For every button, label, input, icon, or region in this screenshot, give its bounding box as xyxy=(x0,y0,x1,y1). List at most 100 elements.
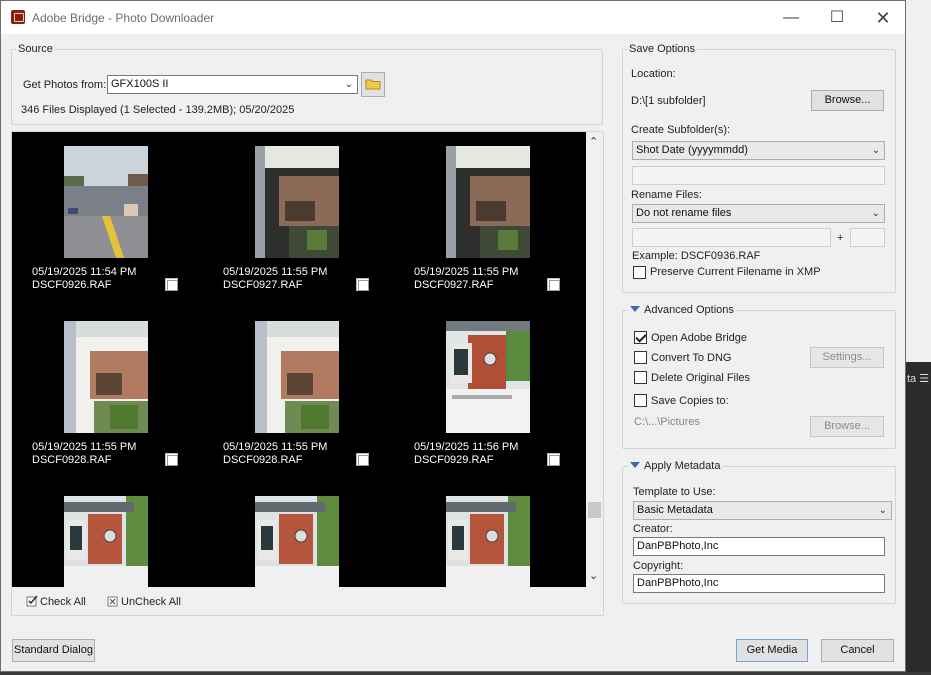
photo-caption: 05/19/2025 11:56 PM DSCF0929.RAF xyxy=(414,441,518,467)
photo-select-checkbox[interactable] xyxy=(165,453,178,466)
location-label: Location: xyxy=(631,68,676,80)
photo-thumbnail[interactable] xyxy=(446,321,530,433)
copyright-label: Copyright: xyxy=(633,560,684,572)
scroll-down-arrow[interactable]: ⌄ xyxy=(589,569,598,582)
standard-dialog-button[interactable]: Standard Dialog xyxy=(12,639,95,662)
photo-select-checkbox[interactable] xyxy=(356,453,369,466)
photo-thumbnail[interactable] xyxy=(64,146,148,258)
get-photos-label: Get Photos from: xyxy=(23,79,107,91)
subfolder-custom-field[interactable] xyxy=(632,166,885,185)
uncheck-all-icon xyxy=(107,596,118,607)
template-label: Template to Use: xyxy=(633,486,716,498)
photo-cell[interactable]: 05/19/2025 11:55 PM DSCF0927.RAF xyxy=(203,132,393,307)
photo-cell[interactable] xyxy=(394,482,584,587)
photo-thumbnail[interactable] xyxy=(446,146,530,258)
delete-originals-checkbox[interactable] xyxy=(634,371,647,384)
convert-dng-checkbox[interactable] xyxy=(634,351,647,364)
photo-date: 05/19/2025 11:55 PM xyxy=(223,266,328,278)
photo-thumbnail[interactable] xyxy=(255,496,339,587)
open-bridge-checkbox[interactable] xyxy=(634,331,647,344)
rename-select[interactable]: Do not rename files ⌄ xyxy=(632,204,885,223)
photo-cell[interactable]: 05/19/2025 11:54 PM DSCF0926.RAF xyxy=(12,132,202,307)
preserve-filename-checkbox[interactable] xyxy=(633,266,646,279)
apply-metadata-label: Apply Metadata xyxy=(644,460,721,472)
scroll-thumb[interactable] xyxy=(588,502,601,518)
rename-text-field[interactable] xyxy=(632,228,831,247)
photo-cell[interactable] xyxy=(12,482,202,587)
photo-thumbnail[interactable] xyxy=(64,496,148,587)
background-fragment: ta ☰ xyxy=(907,373,930,385)
rename-example: Example: DSCF0936.RAF xyxy=(632,250,761,262)
thumbnail-porch-image xyxy=(64,321,148,433)
subfolder-select[interactable]: Shot Date (yyyymmdd) ⌄ xyxy=(632,141,885,160)
template-select-value: Basic Metadata xyxy=(637,504,713,516)
photo-caption: 05/19/2025 11:55 PM DSCF0928.RAF xyxy=(32,441,136,467)
save-copies-label: Save Copies to: xyxy=(651,395,729,407)
location-browse-button[interactable]: Browse... xyxy=(811,90,884,111)
photo-filename: DSCF0928.RAF xyxy=(32,454,112,466)
thumbnail-street-image xyxy=(64,146,148,258)
chevron-down-icon: ⌄ xyxy=(344,79,353,90)
adobe-bridge-icon xyxy=(11,10,25,24)
photo-select-checkbox[interactable] xyxy=(547,453,560,466)
dng-settings-button[interactable]: Settings... xyxy=(810,347,884,368)
maximize-button[interactable]: ☐ xyxy=(814,6,860,30)
template-select[interactable]: Basic Metadata ⌄ xyxy=(633,501,892,520)
creator-field[interactable]: DanPBPhoto,Inc xyxy=(633,537,885,556)
get-media-button[interactable]: Get Media xyxy=(736,639,808,662)
chevron-down-icon: ⌄ xyxy=(871,145,880,156)
preserve-filename-label: Preserve Current Filename in XMP xyxy=(650,266,821,278)
rename-files-label: Rename Files: xyxy=(631,189,702,201)
cancel-button[interactable]: Cancel xyxy=(821,639,894,662)
photo-date: 05/19/2025 11:54 PM xyxy=(32,266,137,278)
copies-browse-button[interactable]: Browse... xyxy=(810,416,884,437)
thumbnail-porch-image xyxy=(446,146,530,258)
photo-filename: DSCF0929.RAF xyxy=(414,454,494,466)
uncheck-all-link[interactable]: UnCheck All xyxy=(107,595,181,608)
collapse-triangle-icon xyxy=(630,306,640,312)
photo-grid-scrollbar[interactable]: ⌃ ⌄ xyxy=(586,132,603,587)
save-copies-path: C:\...\Pictures xyxy=(634,416,701,428)
device-select[interactable]: GFX100S II ⌄ xyxy=(107,75,358,94)
photo-cell[interactable]: 05/19/2025 11:56 PM DSCF0929.RAF xyxy=(394,307,584,482)
save-copies-checkbox[interactable] xyxy=(634,394,647,407)
photo-cell[interactable]: 05/19/2025 11:55 PM DSCF0927.RAF xyxy=(394,132,584,307)
scroll-up-arrow[interactable]: ⌃ xyxy=(589,135,598,148)
thumbnail-shop-image xyxy=(64,496,148,587)
photo-select-checkbox[interactable] xyxy=(356,278,369,291)
photo-thumbnail[interactable] xyxy=(64,321,148,433)
apply-metadata-title[interactable]: Apply Metadata xyxy=(628,460,723,472)
photo-select-checkbox[interactable] xyxy=(165,278,178,291)
folder-icon xyxy=(365,79,381,90)
photo-date: 05/19/2025 11:55 PM xyxy=(32,441,137,453)
copyright-field[interactable]: DanPBPhoto,Inc xyxy=(633,574,885,593)
advanced-options-title[interactable]: Advanced Options xyxy=(628,304,736,316)
photo-filename: DSCF0927.RAF xyxy=(414,279,494,291)
open-bridge-label: Open Adobe Bridge xyxy=(651,332,748,344)
rename-select-value: Do not rename files xyxy=(636,207,732,219)
photo-thumbnail[interactable] xyxy=(255,321,339,433)
photo-cell[interactable]: 05/19/2025 11:55 PM DSCF0928.RAF xyxy=(203,307,393,482)
photo-thumbnail[interactable] xyxy=(446,496,530,587)
check-all-link[interactable]: Check All xyxy=(26,595,86,608)
photo-date: 05/19/2025 11:55 PM xyxy=(223,441,328,453)
close-button[interactable]: ✕ xyxy=(860,6,906,30)
thumbnail-shop-image xyxy=(446,496,530,587)
save-options-title: Save Options xyxy=(627,43,698,55)
rename-number-field[interactable] xyxy=(850,228,885,247)
photo-thumbnail[interactable] xyxy=(255,146,339,258)
subfolder-select-value: Shot Date (yyyymmdd) xyxy=(636,144,748,156)
photo-select-checkbox[interactable] xyxy=(547,278,560,291)
photo-grid-footer: Check All UnCheck All xyxy=(12,587,603,615)
title-bar[interactable]: Adobe Bridge - Photo Downloader — ☐ ✕ xyxy=(1,1,905,34)
advanced-options-label: Advanced Options xyxy=(644,304,734,316)
photo-grid[interactable]: 05/19/2025 11:54 PM DSCF0926.RAF 05/19/202… xyxy=(12,132,586,587)
thumbnail-porch-image xyxy=(255,146,339,258)
thumbnail-shop-image xyxy=(255,496,339,587)
choose-folder-button[interactable] xyxy=(361,72,385,97)
create-subfolder-label: Create Subfolder(s): xyxy=(631,124,731,136)
photo-cell[interactable]: 05/19/2025 11:55 PM DSCF0928.RAF xyxy=(12,307,202,482)
photo-cell[interactable] xyxy=(203,482,393,587)
creator-label: Creator: xyxy=(633,523,673,535)
minimize-button[interactable]: — xyxy=(768,6,814,30)
